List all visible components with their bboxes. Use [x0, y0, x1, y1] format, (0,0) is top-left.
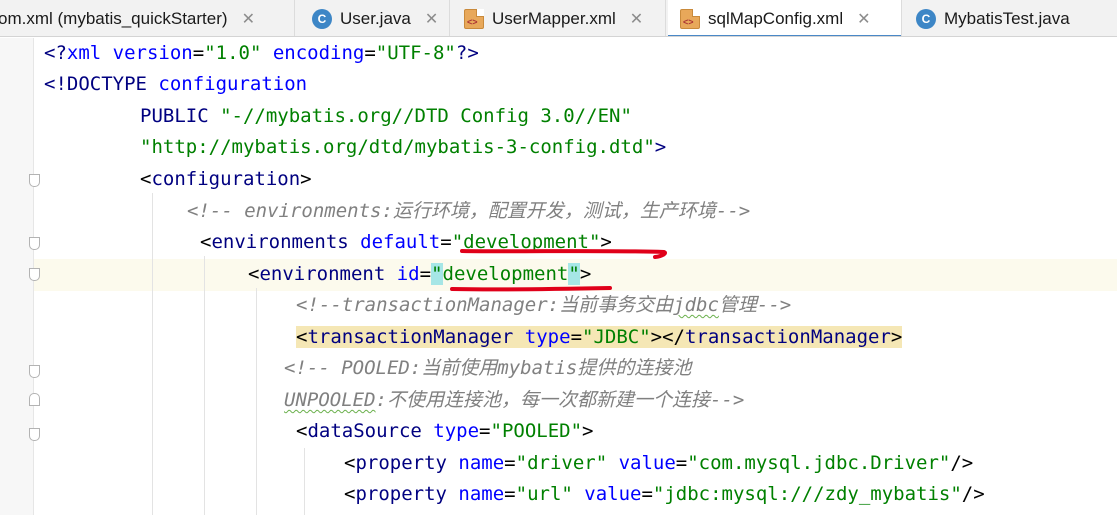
- tab-usermapper-xml[interactable]: UserMapper.xml ✕: [452, 0, 666, 36]
- close-icon[interactable]: ✕: [857, 9, 870, 29]
- xml-file-icon: [464, 8, 484, 29]
- xml-file-icon: [680, 8, 700, 29]
- tab-mybatistest-java[interactable]: C MybatisTest.java: [904, 0, 1117, 36]
- tab-pom-xml[interactable]: om.xml (mybatis_quickStarter) ✕: [0, 0, 295, 36]
- annotation-overlay: [450, 249, 667, 292]
- editor-tab-bar: om.xml (mybatis_quickStarter) ✕ C User.j…: [0, 0, 1117, 37]
- tab-label: MybatisTest.java: [944, 8, 1070, 28]
- tab-user-java[interactable]: C User.java ✕: [302, 0, 450, 36]
- tab-label: sqlMapConfig.xml: [708, 8, 844, 28]
- tab-label: User.java: [340, 8, 411, 28]
- tab-sqlmapconfig-xml[interactable]: sqlMapConfig.xml ✕: [668, 0, 902, 36]
- close-icon[interactable]: ✕: [630, 9, 643, 29]
- close-icon[interactable]: ✕: [242, 9, 255, 29]
- java-class-icon: C: [916, 8, 936, 29]
- tab-label: om.xml (mybatis_quickStarter): [0, 8, 228, 28]
- red-underline-annotation: [450, 286, 612, 292]
- red-underline-annotation: [460, 249, 667, 259]
- code-editor[interactable]: <?xml version="1.0" encoding="UTF-8"?> <…: [0, 38, 1117, 515]
- java-class-icon: C: [312, 8, 332, 29]
- tab-label: UserMapper.xml: [492, 8, 616, 28]
- close-icon[interactable]: ✕: [425, 9, 438, 29]
